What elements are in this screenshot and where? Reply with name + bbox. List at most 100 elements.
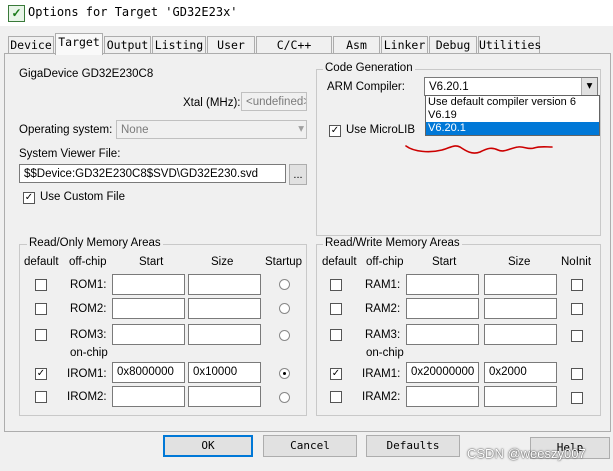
tab-utilities[interactable]: Utilities <box>478 36 541 54</box>
window-title: Options for Target 'GD32E23x' <box>28 5 238 19</box>
irom1-label: IROM1: <box>67 368 107 380</box>
watermark-text: CSDN @weeszy007 <box>467 446 586 461</box>
rom2-startup-radio[interactable] <box>279 303 290 314</box>
rom-onchip-label: on-chip <box>70 347 108 359</box>
ok-button[interactable]: OK <box>163 435 253 457</box>
compiler-label: ARM Compiler: <box>327 81 405 93</box>
ram2-start-input[interactable] <box>406 298 479 319</box>
svd-browse-button[interactable]: ... <box>289 164 307 185</box>
os-label: Operating system: <box>19 124 113 136</box>
tab-device[interactable]: Device <box>8 36 54 54</box>
compiler-select[interactable]: V6.20.1 ▾ <box>424 77 598 96</box>
iram2-size-input[interactable] <box>484 386 557 407</box>
tab-linker[interactable]: Linker <box>381 36 428 54</box>
tab-output[interactable]: Output <box>104 36 151 54</box>
rom1-start-input[interactable] <box>112 274 185 295</box>
rom3-label: ROM3: <box>70 329 107 341</box>
irom2-size-input[interactable] <box>188 386 261 407</box>
ram2-label: RAM2: <box>365 303 401 315</box>
title-bar: ✓ Options for Target 'GD32E23x' <box>0 0 613 26</box>
ram2-noinit-checkbox[interactable] <box>571 303 583 315</box>
xtal-input[interactable]: <undefined> <box>241 92 307 111</box>
red-underline-annotation <box>405 145 553 154</box>
svd-input[interactable]: $$Device:GD32E230C8$SVD\GD32E230.svd <box>19 164 286 183</box>
ram-header-offchip: off-chip <box>366 256 404 268</box>
rom2-start-input[interactable] <box>112 298 185 319</box>
ram1-size-input[interactable] <box>484 274 557 295</box>
tab-target[interactable]: Target <box>55 33 103 55</box>
iram1-start-input[interactable]: 0x20000000 <box>406 362 479 383</box>
compiler-option-default[interactable]: Use default compiler version 6 <box>426 96 599 109</box>
iram1-label: IRAM1: <box>362 368 401 380</box>
irom1-size-input[interactable]: 0x10000 <box>188 362 261 383</box>
code-generation-title: Code Generation <box>323 62 415 74</box>
ram-header-size: Size <box>508 256 531 268</box>
iram1-noinit-checkbox[interactable] <box>571 368 583 380</box>
irom2-start-input[interactable] <box>112 386 185 407</box>
irom2-label: IROM2: <box>67 391 107 403</box>
ram3-default-checkbox[interactable] <box>330 329 342 341</box>
rom2-default-checkbox[interactable] <box>35 303 47 315</box>
rom-group-title: Read/Only Memory Areas <box>27 237 163 249</box>
custom-file-checkbox[interactable]: ✓ <box>23 192 35 204</box>
chevron-down-icon: ▾ <box>298 123 304 135</box>
iram1-size-input[interactable]: 0x2000 <box>484 362 557 383</box>
microlib-label: Use MicroLIB <box>346 124 416 136</box>
rom-header-offchip: off-chip <box>69 256 107 268</box>
ram1-label: RAM1: <box>365 279 401 291</box>
chevron-down-icon[interactable]: ▾ <box>581 78 597 95</box>
ram1-default-checkbox[interactable] <box>330 279 342 291</box>
rom3-startup-radio[interactable] <box>279 330 290 341</box>
os-select[interactable]: None ▾ <box>116 120 307 139</box>
ram2-default-checkbox[interactable] <box>330 303 342 315</box>
rom1-label: ROM1: <box>70 279 107 291</box>
ram-header-default: default <box>322 256 357 268</box>
ram-header-start: Start <box>432 256 457 268</box>
rom3-default-checkbox[interactable] <box>35 329 47 341</box>
tab-cpp[interactable]: C/C++ (AC6) <box>256 36 332 69</box>
ram3-noinit-checkbox[interactable] <box>571 330 583 342</box>
svd-label: System Viewer File: <box>19 148 121 160</box>
compiler-option-v6201[interactable]: V6.20.1 <box>426 122 599 135</box>
iram1-default-checkbox[interactable]: ✓ <box>330 368 342 380</box>
ram3-size-input[interactable] <box>484 324 557 345</box>
irom1-start-input[interactable]: 0x8000000 <box>112 362 185 383</box>
rom2-size-input[interactable] <box>188 298 261 319</box>
iram2-noinit-checkbox[interactable] <box>571 392 583 404</box>
irom2-startup-radio[interactable] <box>279 392 290 403</box>
iram2-default-checkbox[interactable] <box>330 391 342 403</box>
rom1-size-input[interactable] <box>188 274 261 295</box>
tab-listing[interactable]: Listing <box>152 36 206 54</box>
irom1-default-checkbox[interactable]: ✓ <box>35 368 47 380</box>
ram-group-title: Read/Write Memory Areas <box>323 237 462 249</box>
rom2-label: ROM2: <box>70 303 107 315</box>
device-name: GigaDevice GD32E230C8 <box>19 68 154 80</box>
defaults-button[interactable]: Defaults <box>366 435 460 457</box>
compiler-value: V6.20.1 <box>429 81 469 93</box>
app-icon: ✓ <box>8 5 25 22</box>
compiler-option-v619[interactable]: V6.19 <box>426 109 599 122</box>
cancel-button[interactable]: Cancel <box>263 435 357 457</box>
microlib-checkbox[interactable]: ✓ <box>329 125 341 137</box>
xtal-label: Xtal (MHz): <box>183 97 241 109</box>
ram-onchip-label: on-chip <box>366 347 404 359</box>
ram1-start-input[interactable] <box>406 274 479 295</box>
tab-user[interactable]: User <box>207 36 255 54</box>
tab-asm[interactable]: Asm <box>333 36 380 54</box>
compiler-dropdown: Use default compiler version 6 V6.19 V6.… <box>425 95 600 136</box>
rom-header-start: Start <box>139 256 164 268</box>
irom2-default-checkbox[interactable] <box>35 391 47 403</box>
os-value: None <box>121 124 149 136</box>
rom1-default-checkbox[interactable] <box>35 279 47 291</box>
ram1-noinit-checkbox[interactable] <box>571 279 583 291</box>
rom-header-size: Size <box>211 256 234 268</box>
ram2-size-input[interactable] <box>484 298 557 319</box>
rom3-size-input[interactable] <box>188 324 261 345</box>
rom1-startup-radio[interactable] <box>279 279 290 290</box>
irom1-startup-radio[interactable] <box>279 368 290 379</box>
tab-debug[interactable]: Debug <box>429 36 477 54</box>
iram2-start-input[interactable] <box>406 386 479 407</box>
rom3-start-input[interactable] <box>112 324 185 345</box>
iram2-label: IRAM2: <box>362 391 401 403</box>
ram3-start-input[interactable] <box>406 324 479 345</box>
